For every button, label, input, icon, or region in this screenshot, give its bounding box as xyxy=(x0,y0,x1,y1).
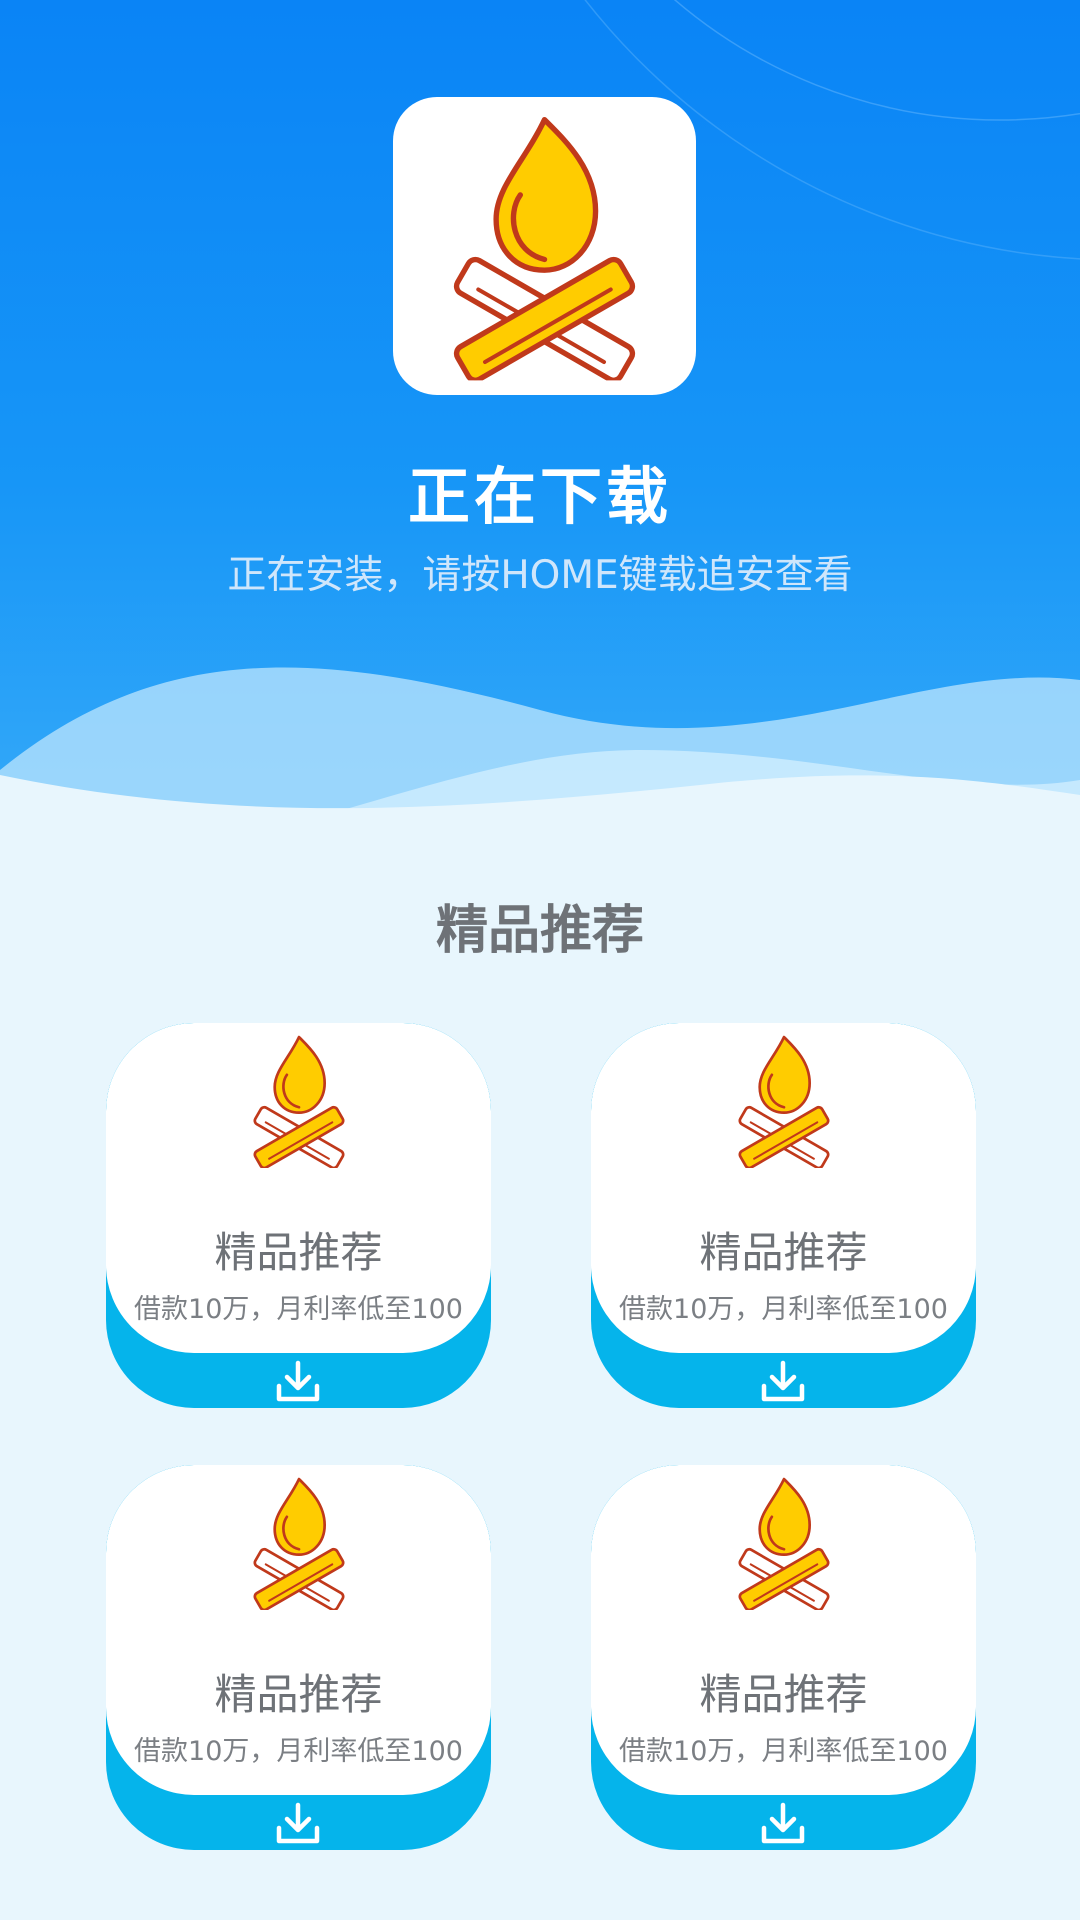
recommend-section-title: 精品推荐 xyxy=(435,901,644,961)
recommend-card[interactable]: 精品推荐 借款10万，月利率低至100 xyxy=(106,1465,491,1850)
card-description: 借款10万，月利率低至100 xyxy=(619,1294,948,1325)
card-title: 精品推荐 xyxy=(214,1670,383,1719)
app-icon xyxy=(393,97,696,395)
card-face: 精品推荐 借款10万，月利率低至100 xyxy=(106,1465,491,1795)
card-face: 精品推荐 借款10万，月利率低至100 xyxy=(591,1465,976,1795)
decorative-waves xyxy=(0,667,1080,880)
card-title: 精品推荐 xyxy=(699,1228,868,1277)
download-status-title: 正在下载 xyxy=(407,460,672,533)
card-title: 精品推荐 xyxy=(214,1228,383,1277)
campfire-icon xyxy=(244,1033,354,1168)
download-icon[interactable] xyxy=(274,1359,322,1405)
download-icon[interactable] xyxy=(759,1801,807,1847)
card-face: 精品推荐 借款10万，月利率低至100 xyxy=(591,1023,976,1353)
card-face: 精品推荐 借款10万，月利率低至100 xyxy=(106,1023,491,1353)
campfire-icon xyxy=(729,1475,839,1610)
download-icon[interactable] xyxy=(759,1359,807,1405)
card-description: 借款10万，月利率低至100 xyxy=(134,1736,463,1767)
download-status-subtitle: 正在安装，请按HOME键载追安查看 xyxy=(227,553,853,598)
campfire-icon xyxy=(729,1033,839,1168)
card-description: 借款10万，月利率低至100 xyxy=(619,1736,948,1767)
recommend-card[interactable]: 精品推荐 借款10万，月利率低至100 xyxy=(106,1023,491,1408)
campfire-icon xyxy=(437,111,652,381)
download-icon[interactable] xyxy=(274,1801,322,1847)
card-description: 借款10万，月利率低至100 xyxy=(134,1294,463,1325)
card-title: 精品推荐 xyxy=(699,1670,868,1719)
recommend-card[interactable]: 精品推荐 借款10万，月利率低至100 xyxy=(591,1465,976,1850)
campfire-icon xyxy=(244,1475,354,1610)
recommend-card[interactable]: 精品推荐 借款10万，月利率低至100 xyxy=(591,1023,976,1408)
